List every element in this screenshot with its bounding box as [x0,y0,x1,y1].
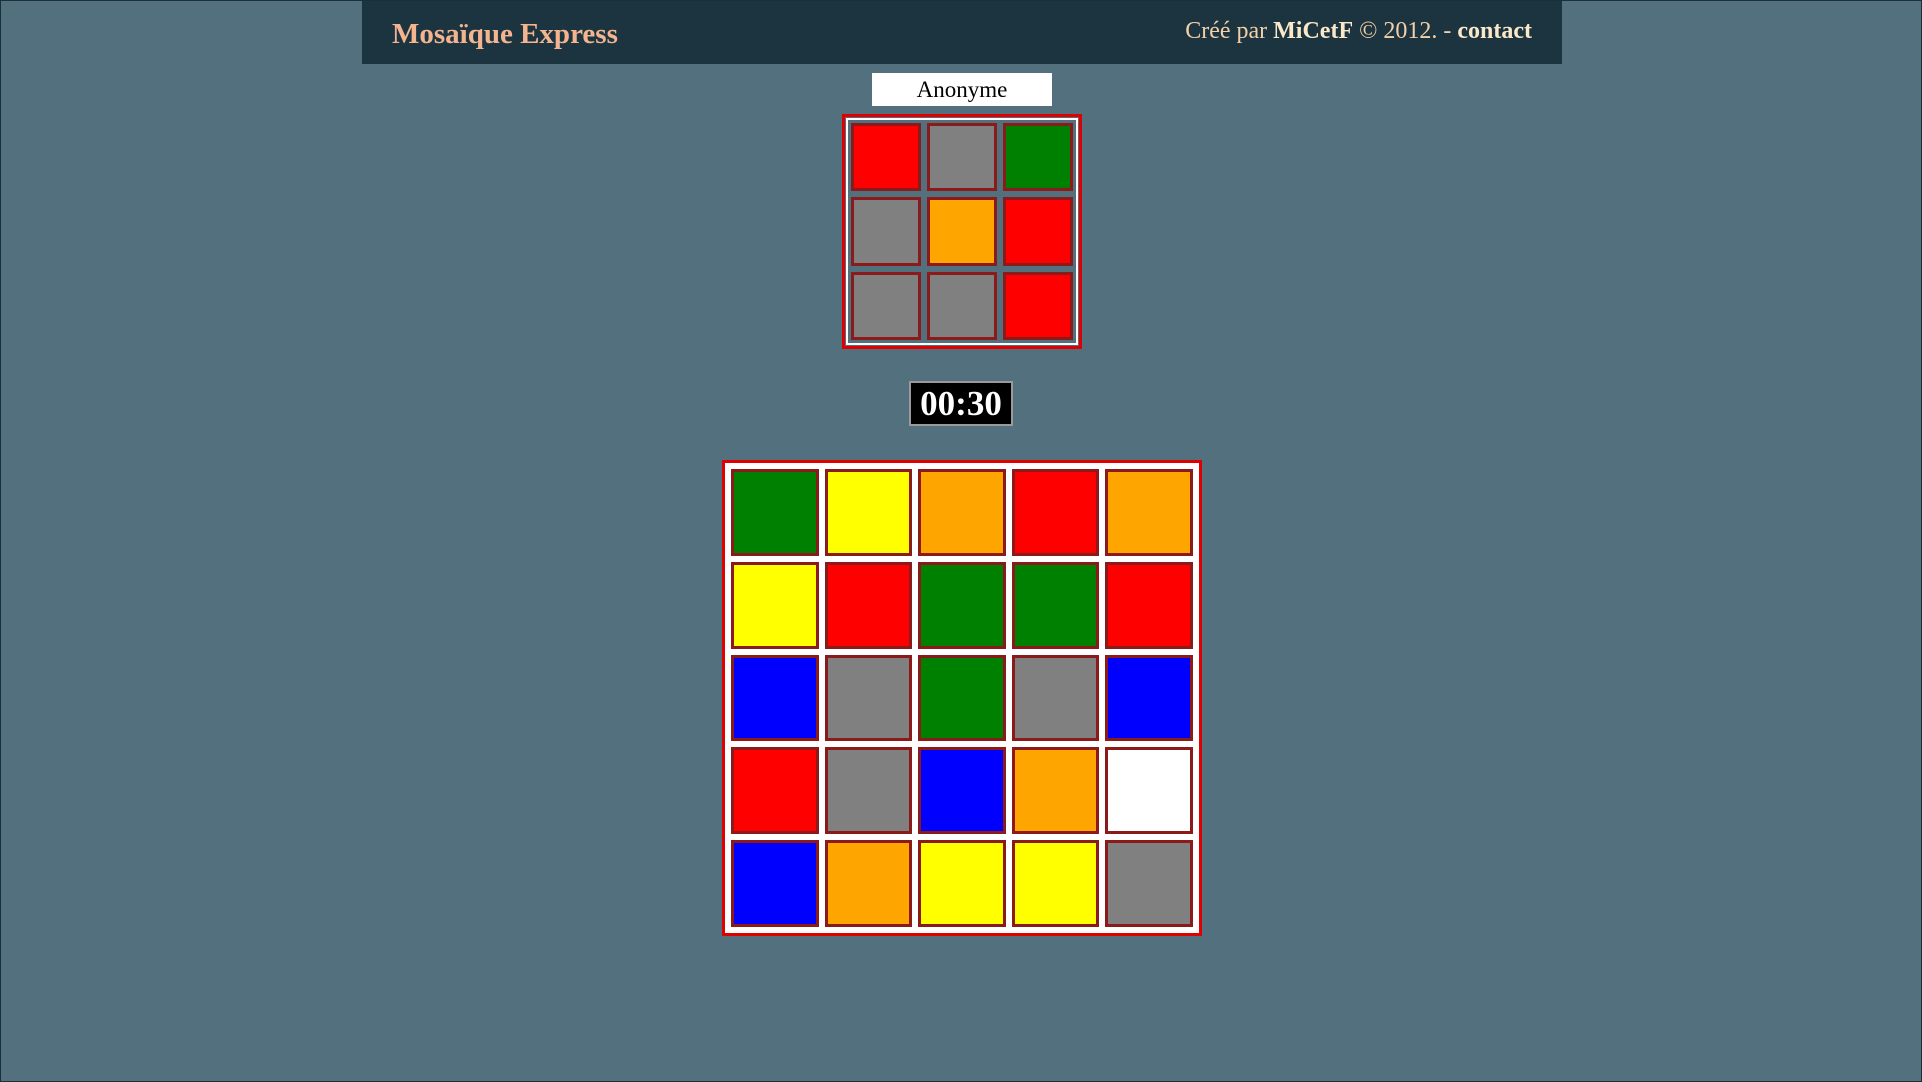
board-cell-yellow[interactable] [918,840,1006,927]
board-cell-yellow[interactable] [1011,840,1100,927]
board-cell-green[interactable] [731,469,819,556]
countdown-timer: 00:30 [909,381,1013,426]
credits: Créé par MiCetF © 2012. - contact [1185,18,1532,45]
board-cell-orange[interactable] [918,469,1006,556]
target-cell-grey [927,123,997,192]
target-cell-red [1003,197,1073,266]
board-cell-orange[interactable] [824,840,913,927]
board-cell-green[interactable] [1011,561,1100,649]
board-cell-red[interactable] [731,747,819,835]
author-link[interactable]: MiCetF [1273,18,1353,44]
app-title[interactable]: Mosaïque Express [392,18,618,51]
board-cell-grey[interactable] [1105,840,1193,927]
credit-suffix: © 2012. - [1353,18,1458,44]
board-cell-yellow[interactable] [731,561,819,649]
board-cell-white[interactable] [1105,747,1193,835]
target-pattern-grid [842,114,1082,349]
target-cell-orange [927,197,997,266]
board-cell-blue[interactable] [731,654,819,742]
board-cell-orange[interactable] [1011,747,1100,835]
board-cell-blue[interactable] [731,840,819,927]
contact-link[interactable]: contact [1457,18,1532,44]
target-cell-red [851,123,921,192]
target-cell-grey [927,271,997,340]
board-cell-grey[interactable] [824,747,913,835]
target-cell-red [1003,271,1073,340]
board-cell-grey[interactable] [824,654,913,742]
board-cell-grey[interactable] [1011,654,1100,742]
player-name-field[interactable]: Anonyme [872,73,1052,106]
board-cell-green[interactable] [918,561,1006,649]
board-cell-blue[interactable] [1105,654,1193,742]
target-cell-green [1003,123,1073,192]
game-board [722,460,1202,936]
board-cell-orange[interactable] [1105,469,1193,556]
board-cell-green[interactable] [918,654,1006,742]
target-cell-grey [851,197,921,266]
board-cell-blue[interactable] [918,747,1006,835]
target-cell-grey [851,271,921,340]
board-cell-red[interactable] [1105,561,1193,649]
board-cell-yellow[interactable] [824,469,913,556]
credit-prefix: Créé par [1185,18,1274,44]
board-cell-red[interactable] [824,561,913,649]
header-bar: Mosaïque Express Créé par MiCetF © 2012.… [362,1,1562,64]
board-cell-red[interactable] [1011,469,1100,556]
